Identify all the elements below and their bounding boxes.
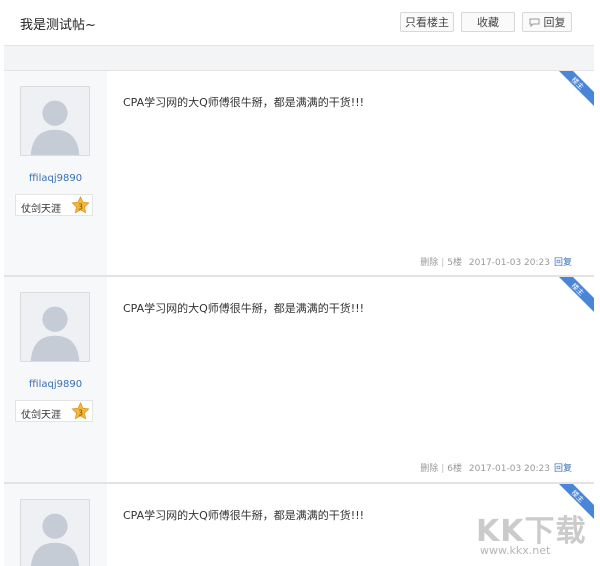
- level-number: 3: [78, 408, 83, 417]
- default-avatar-icon: [21, 87, 89, 155]
- level-title: 仗剑天涯: [21, 410, 61, 421]
- avatar[interactable]: [20, 86, 90, 156]
- spacer: [4, 46, 594, 70]
- author-sidebar: ffilaqj9890 仗剑天涯 3: [4, 71, 107, 275]
- reply-link[interactable]: 回复: [554, 464, 572, 474]
- username-link[interactable]: ffilaqj9890: [4, 379, 107, 390]
- post-content: CPA学习网的大Q师傅很牛掰，都是满满的干货!!!: [123, 509, 365, 522]
- only-owner-button[interactable]: 只看楼主: [400, 12, 454, 32]
- reply-button[interactable]: 回复: [522, 12, 572, 32]
- default-avatar-icon: [21, 500, 89, 566]
- post-item: ffilaqj9890 仗剑天涯 3 楼主 CPA学习网的大Q师傅很牛掰，都是满…: [4, 70, 594, 276]
- level-star-icon: 3: [71, 196, 90, 214]
- post-time: 2017-01-03 20:23: [468, 258, 550, 268]
- avatar[interactable]: [20, 292, 90, 362]
- user-level-badge: 仗剑天涯 3: [15, 194, 93, 216]
- floor-number: 6楼: [447, 464, 462, 474]
- thread-title: 我是测试帖~: [20, 18, 96, 33]
- delete-link[interactable]: 删除: [420, 258, 438, 268]
- post-item: ffilaqj9890 仗剑天涯 3 楼主 CPA学习网的大Q师傅很牛掰，都是满…: [4, 276, 594, 483]
- post-meta: 删除 | 5楼 2017-01-03 20:23 回复: [420, 258, 572, 268]
- author-sidebar: ffilaqj9890 仗剑天涯 3: [4, 277, 107, 482]
- level-star-icon: 3: [71, 402, 90, 420]
- favorite-button[interactable]: 收藏: [461, 12, 515, 32]
- owner-corner-badge: 楼主: [559, 71, 594, 106]
- comment-icon: [529, 18, 539, 27]
- level-title: 仗剑天涯: [21, 204, 61, 215]
- avatar[interactable]: [20, 499, 90, 566]
- delete-link[interactable]: 删除: [420, 464, 438, 474]
- post-content: CPA学习网的大Q师傅很牛掰，都是满满的干货!!!: [123, 96, 365, 109]
- user-level-badge: 仗剑天涯 3: [15, 400, 93, 422]
- post-content: CPA学习网的大Q师傅很牛掰，都是满满的干货!!!: [123, 302, 365, 315]
- watermark-url: www.kkx.net: [480, 544, 551, 557]
- username-link[interactable]: ffilaqj9890: [4, 173, 107, 184]
- level-number: 3: [78, 202, 83, 211]
- reply-button-label: 回复: [543, 16, 566, 29]
- floor-number: 5楼: [447, 258, 462, 268]
- default-avatar-icon: [21, 293, 89, 361]
- author-sidebar: [4, 484, 107, 566]
- post-meta: 删除 | 6楼 2017-01-03 20:23 回复: [420, 464, 572, 474]
- site-watermark: KK下载 www.kkx.net: [466, 506, 596, 562]
- post-time: 2017-01-03 20:23: [468, 464, 550, 474]
- reply-link[interactable]: 回复: [554, 258, 572, 268]
- owner-corner-badge: 楼主: [559, 277, 594, 312]
